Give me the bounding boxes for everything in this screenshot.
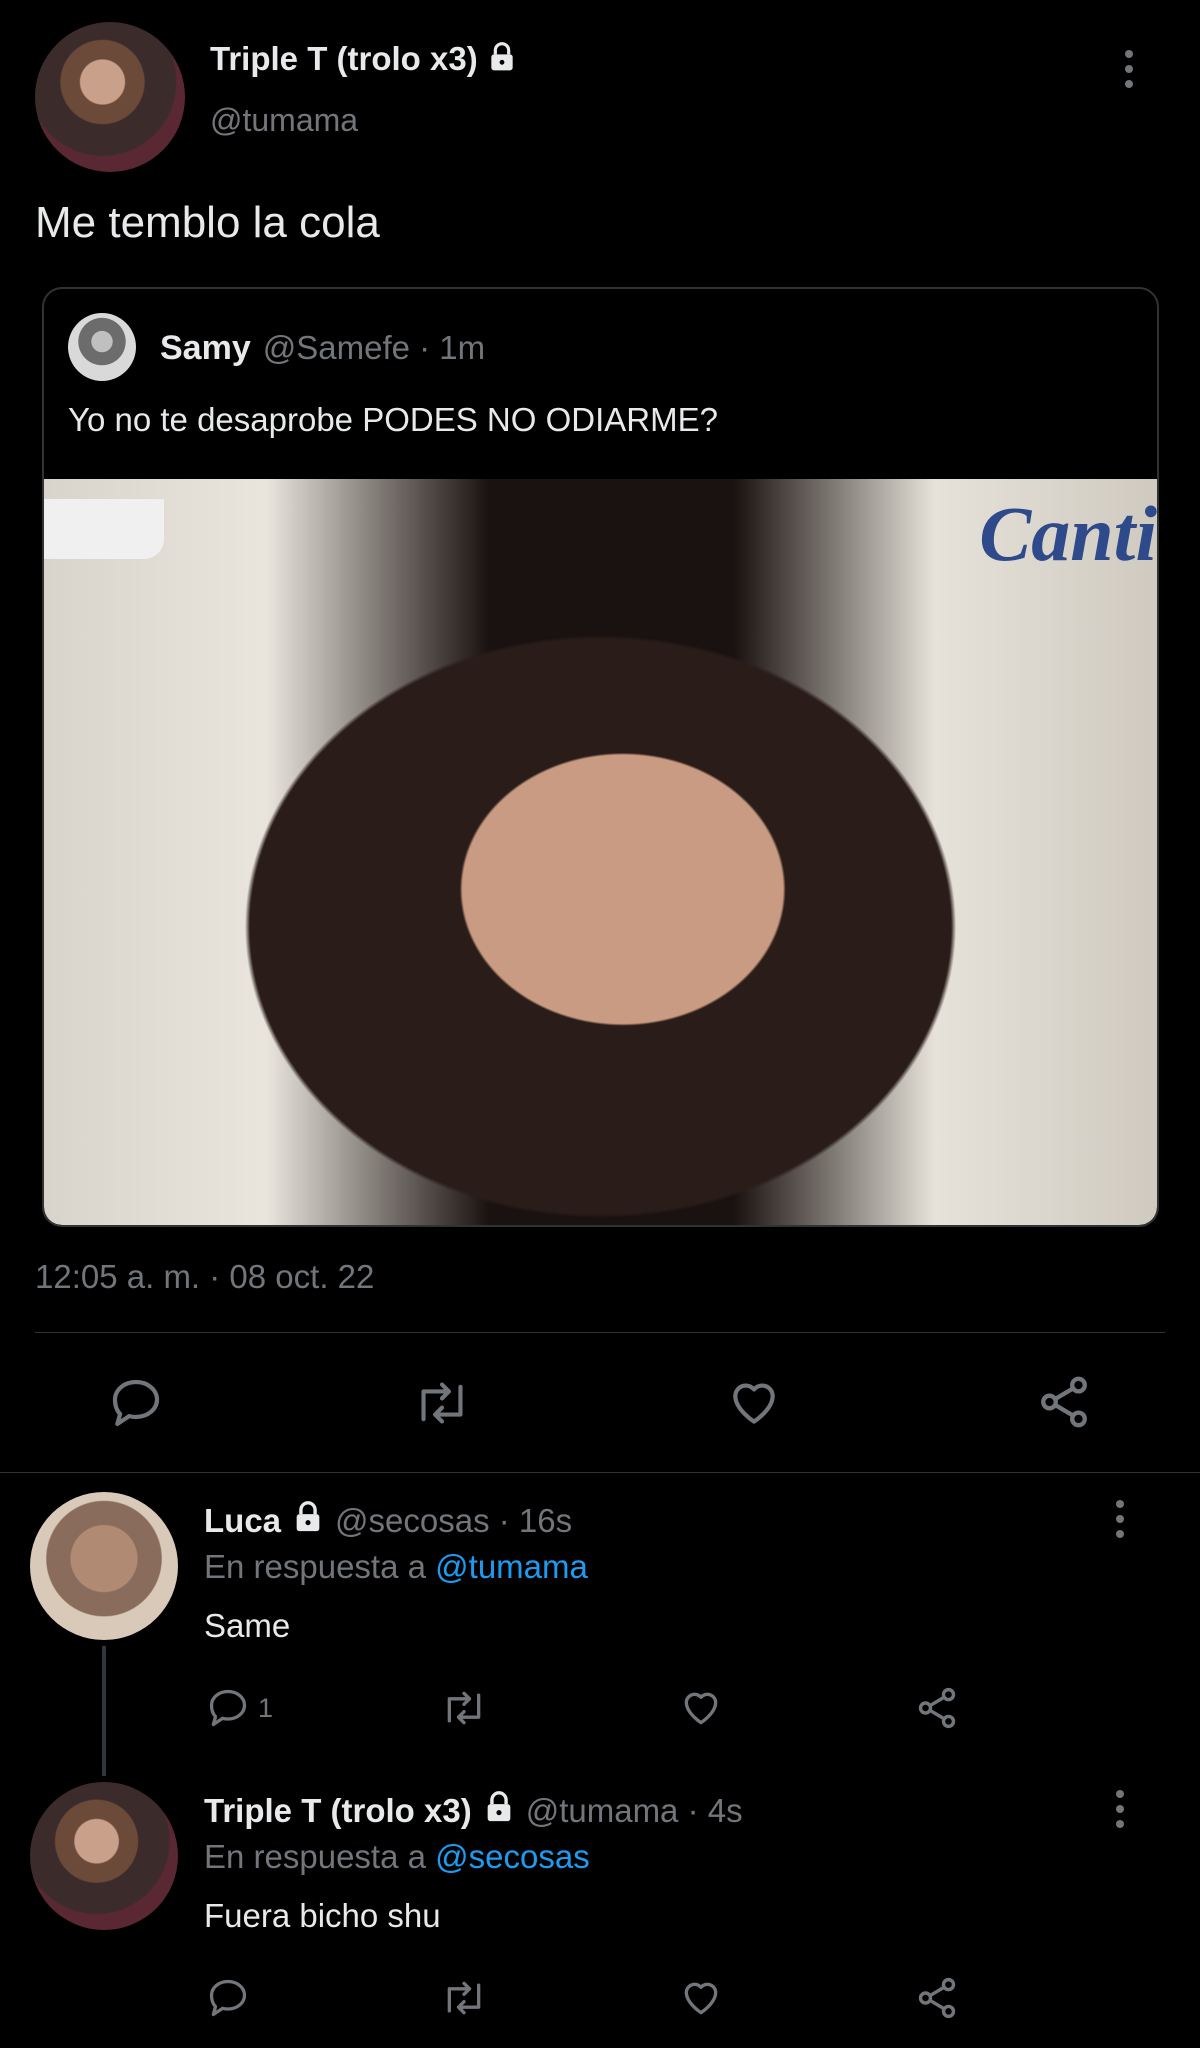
reply-handle-time: @secosas · 16s — [335, 1502, 573, 1539]
quoted-image[interactable]: Canti — [44, 479, 1157, 1225]
reply-to-link[interactable]: @secosas — [435, 1838, 590, 1875]
retweet-icon[interactable] — [412, 1375, 472, 1431]
more-icon[interactable] — [1116, 1500, 1124, 1538]
reply-count: 1 — [258, 1692, 274, 1723]
divider — [0, 1472, 1200, 1473]
reply-to-link[interactable]: @tumama — [435, 1548, 588, 1585]
reply-prefix: En respuesta a — [204, 1838, 426, 1875]
reply-display-name[interactable]: Triple T (trolo x3) — [204, 1792, 472, 1830]
author-name-row: Triple T (trolo x3) — [210, 40, 518, 78]
author-avatar[interactable] — [35, 22, 185, 172]
thread-line — [102, 1646, 106, 1776]
quoted-handle-time: @Samefe · 1m — [262, 329, 486, 366]
retweet-icon[interactable] — [440, 1686, 488, 1730]
share-icon[interactable] — [1035, 1373, 1093, 1431]
reply-icon[interactable]: 1 — [206, 1686, 273, 1730]
like-icon[interactable] — [678, 1976, 724, 2020]
quoted-display-name[interactable]: Samy — [160, 329, 251, 368]
tweet-timestamp: 12:05 a. m. · 08 oct. 22 — [35, 1258, 375, 1295]
more-icon[interactable] — [1125, 50, 1133, 88]
reply-header: Luca @secosas · 16s — [204, 1500, 572, 1542]
tweet-text: Me temblo la cola — [35, 198, 380, 247]
quoted-header: Samy @Samefe · 1m — [160, 329, 485, 368]
share-icon[interactable] — [914, 1685, 960, 1731]
divider — [35, 1332, 1165, 1333]
like-icon[interactable] — [725, 1375, 783, 1431]
reply-handle-time: @tumama · 4s — [525, 1792, 743, 1829]
image-caption-text: Canti — [979, 490, 1157, 577]
reply-header: Triple T (trolo x3) @tumama · 4s — [204, 1790, 743, 1832]
reply-context: En respuesta a @secosas — [204, 1838, 590, 1876]
reply-avatar[interactable] — [30, 1492, 178, 1640]
reply-text: Same — [204, 1607, 291, 1644]
quoted-avatar[interactable] — [68, 313, 136, 381]
lock-icon — [486, 41, 518, 78]
reply-icon[interactable] — [108, 1375, 164, 1431]
author-display-name[interactable]: Triple T (trolo x3) — [210, 40, 478, 78]
like-icon[interactable] — [678, 1686, 724, 1730]
more-icon[interactable] — [1116, 1790, 1124, 1828]
quoted-text: Yo no te desaprobe PODES NO ODIARME? — [68, 401, 718, 438]
retweet-icon[interactable] — [440, 1976, 488, 2020]
reply-context: En respuesta a @tumama — [204, 1548, 588, 1586]
reply-avatar[interactable] — [30, 1782, 178, 1930]
reply-display-name[interactable]: Luca — [204, 1502, 281, 1540]
quoted-tweet-card[interactable]: Samy @Samefe · 1m Yo no te desaprobe POD… — [42, 287, 1159, 1227]
lock-icon — [482, 1790, 516, 1832]
reply-text: Fuera bicho shu — [204, 1897, 441, 1934]
lock-icon — [291, 1500, 325, 1542]
author-handle[interactable]: @tumama — [210, 102, 358, 139]
reply-prefix: En respuesta a — [204, 1548, 426, 1585]
reply-icon[interactable] — [206, 1976, 250, 2020]
share-icon[interactable] — [914, 1975, 960, 2021]
